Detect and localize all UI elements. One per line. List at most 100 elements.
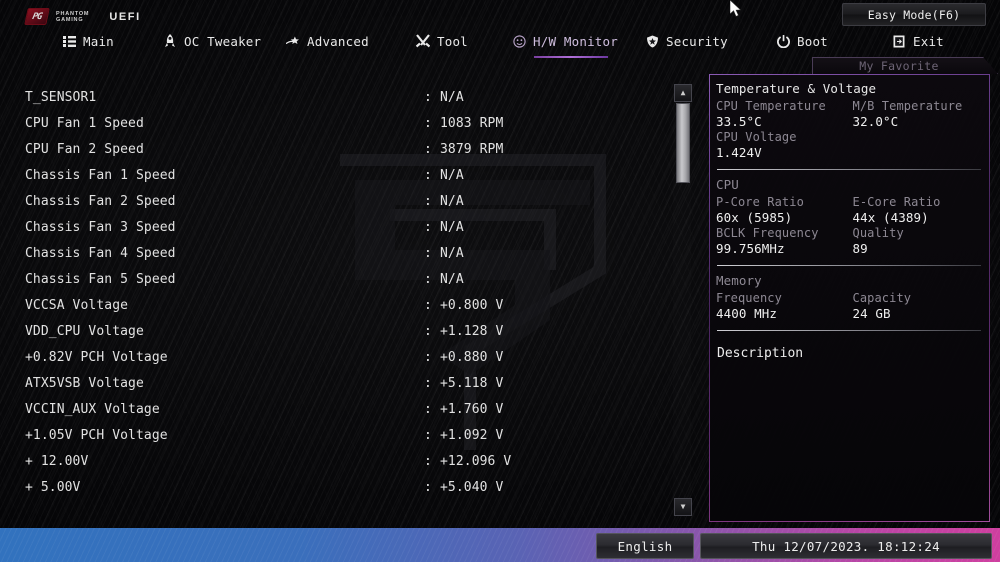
tab-hw-monitor[interactable]: H/W Monitor (512, 28, 618, 58)
brand-logo: PG PHANTOM GAMING UEFI (24, 8, 141, 25)
bclk-frequency-value: 99.756MHz (716, 241, 785, 256)
exit-icon (892, 34, 906, 48)
tab-security[interactable]: Security (645, 28, 728, 54)
tab-advanced-label: Advanced (307, 33, 369, 49)
row-value: +1.092 V (440, 427, 504, 443)
description-text (710, 361, 989, 365)
shield-icon (645, 34, 659, 48)
ecore-ratio-block: E-Core Ratio 44x (4389) (853, 195, 990, 226)
tools-icon (416, 34, 430, 48)
my-favorite-label: My Favorite (859, 58, 939, 73)
mb-temperature-block: M/B Temperature 32.0°C (853, 99, 990, 130)
rocket-icon (163, 34, 177, 48)
table-row[interactable]: CPU Fan 2 Speed : 3879 RPM (0, 136, 668, 162)
row-separator: : (424, 323, 432, 339)
table-row[interactable]: Chassis Fan 1 Speed : N/A (0, 162, 668, 188)
tab-main[interactable]: Main (62, 28, 114, 54)
row-label: CPU Fan 2 Speed (25, 141, 144, 157)
phantom-gaming-icon: PG (24, 8, 50, 25)
list-icon (62, 34, 76, 48)
datetime-button[interactable]: Thu 12/07/2023. 18:12:24 (700, 533, 992, 559)
table-row[interactable]: VDD_CPU Voltage : +1.128 V (0, 318, 668, 344)
table-row[interactable]: CPU Fan 1 Speed : 1083 RPM (0, 110, 668, 136)
table-row[interactable]: Chassis Fan 5 Speed : N/A (0, 266, 668, 292)
row-label: Chassis Fan 1 Speed (25, 167, 176, 183)
table-row[interactable]: + 5.00V : +5.040 V (0, 474, 668, 500)
row-separator: : (424, 141, 432, 157)
table-row[interactable]: Chassis Fan 2 Speed : N/A (0, 188, 668, 214)
table-row[interactable]: +1.05V PCH Voltage : +1.092 V (0, 422, 668, 448)
tab-security-label: Security (666, 33, 728, 49)
tab-advanced[interactable]: Advanced (286, 28, 369, 54)
row-value: N/A (440, 167, 464, 183)
row-value: +0.880 V (440, 349, 504, 365)
memory-capacity-value: 24 GB (852, 306, 891, 321)
row-label: Chassis Fan 3 Speed (25, 219, 176, 235)
row-label: CPU Fan 1 Speed (25, 115, 144, 131)
row-separator: : (424, 479, 432, 495)
uefi-label: UEFI (109, 10, 141, 23)
bclk-frequency-label: BCLK Frequency (716, 226, 819, 240)
row-label: Chassis Fan 5 Speed (25, 271, 176, 287)
tab-oc-tweaker[interactable]: OC Tweaker (163, 28, 261, 54)
row-label: ATX5VSB Voltage (25, 375, 144, 391)
row-separator: : (424, 89, 432, 105)
row-value: +1.128 V (440, 323, 504, 339)
row-label: VCCIN_AUX Voltage (25, 401, 160, 417)
row-separator: : (424, 219, 432, 235)
header-bar: PG PHANTOM GAMING UEFI Easy Mode(F6) Mai… (0, 0, 1000, 58)
scrollbar-up-arrow-icon[interactable]: ▲ (674, 84, 692, 102)
bclk-frequency-block: BCLK Frequency 99.756MHz (716, 226, 853, 257)
row-value: +1.760 V (440, 401, 504, 417)
table-row[interactable]: T_SENSOR1 : N/A (0, 84, 668, 110)
scrollbar-down-arrow-icon[interactable]: ▼ (674, 498, 692, 516)
tab-boot[interactable]: Boot (776, 28, 828, 54)
list-scrollbar[interactable]: ▲ ▼ (673, 84, 692, 516)
table-row[interactable]: Chassis Fan 3 Speed : N/A (0, 214, 668, 240)
memory-grid: Frequency 4400 MHz Capacity 24 GB (710, 291, 989, 322)
my-favorite-tab[interactable]: My Favorite (812, 57, 998, 74)
table-row[interactable]: + 12.00V : +12.096 V (0, 448, 668, 474)
memory-frequency-value: 4400 MHz (716, 306, 778, 321)
row-label: VDD_CPU Voltage (25, 323, 144, 339)
row-separator: : (424, 115, 432, 131)
row-label: +1.05V PCH Voltage (25, 427, 168, 443)
tab-boot-label: Boot (797, 33, 828, 49)
cpu-quality-label: Quality (852, 226, 904, 240)
description-title: Description (717, 346, 804, 361)
cpu-voltage-label: CPU Voltage (716, 130, 797, 144)
row-separator: : (424, 193, 432, 209)
status-bar: English Thu 12/07/2023. 18:12:24 (0, 528, 1000, 562)
row-value: 3879 RPM (440, 141, 504, 157)
scrollbar-thumb[interactable] (676, 103, 690, 183)
row-separator: : (424, 271, 432, 287)
row-label: Chassis Fan 4 Speed (25, 245, 176, 261)
brand-line2: GAMING (56, 17, 84, 23)
row-value: +0.800 V (440, 297, 504, 313)
language-button[interactable]: English (596, 533, 694, 559)
easy-mode-button[interactable]: Easy Mode(F6) (842, 3, 986, 26)
power-icon (776, 34, 790, 48)
memory-frequency-block: Frequency 4400 MHz (716, 291, 853, 322)
table-row[interactable]: VCCIN_AUX Voltage : +1.760 V (0, 396, 668, 422)
panel-divider-3 (717, 330, 981, 331)
tab-tool[interactable]: Tool (416, 28, 468, 54)
table-row[interactable]: ATX5VSB Voltage : +5.118 V (0, 370, 668, 396)
temp-voltage-grid: CPU Temperature 33.5°C M/B Temperature 3… (710, 99, 989, 130)
tab-hw-monitor-label: H/W Monitor (533, 33, 618, 49)
memory-section-title: Memory (716, 273, 762, 288)
cpu-temperature-block: CPU Temperature 33.5°C (716, 99, 853, 130)
row-value: +5.040 V (440, 479, 504, 495)
table-row[interactable]: Chassis Fan 4 Speed : N/A (0, 240, 668, 266)
row-separator: : (424, 375, 432, 391)
cpu-section-title: CPU (716, 177, 739, 192)
row-value: N/A (440, 89, 464, 105)
tab-exit[interactable]: Exit (892, 28, 944, 54)
row-value: +12.096 V (440, 453, 512, 469)
ecore-ratio-value: 44x (4389) (852, 210, 929, 225)
system-info-panel: Temperature & Voltage CPU Temperature 33… (709, 74, 990, 522)
row-value: N/A (440, 193, 464, 209)
table-row[interactable]: +0.82V PCH Voltage : +0.880 V (0, 344, 668, 370)
cpu-voltage-grid: CPU Voltage 1.424V (710, 130, 989, 161)
table-row[interactable]: VCCSA Voltage : +0.800 V (0, 292, 668, 318)
